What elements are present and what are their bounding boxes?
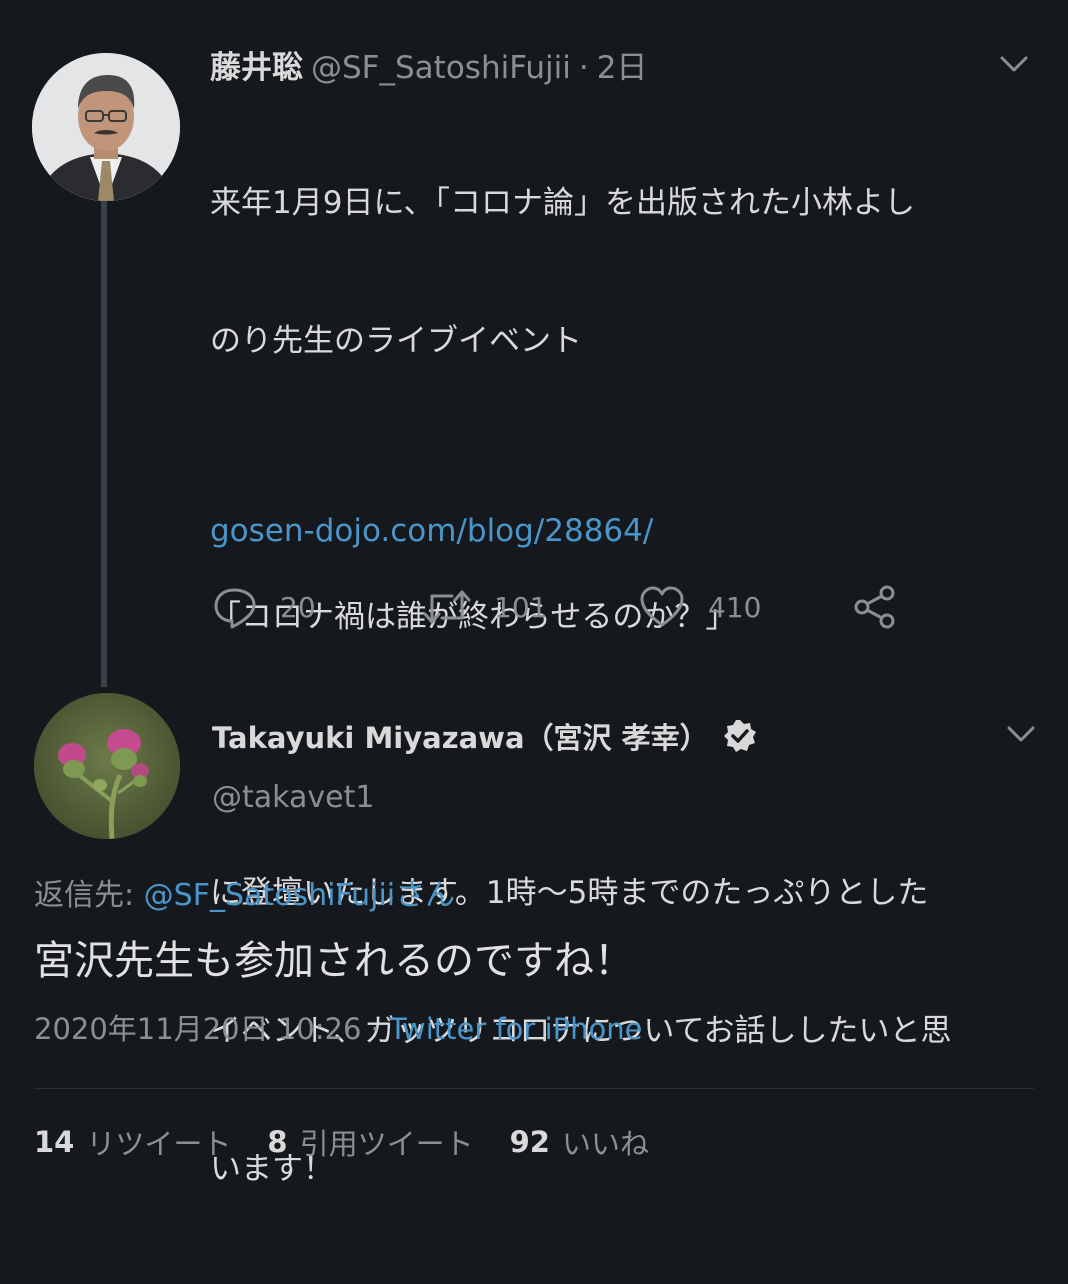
retweet-count: 101: [494, 590, 548, 624]
author-name[interactable]: Takayuki Miyazawa（宮沢 孝幸）: [212, 715, 709, 757]
likes-stat[interactable]: 92 いいね: [510, 1121, 649, 1163]
replying-to-label: 返信先:: [34, 878, 144, 913]
tweet-meta: 2020年11月20日 10:26 · Twitter for iPhone: [34, 1006, 642, 1048]
meta-separator: ·: [361, 1012, 390, 1046]
verified-badge-icon: [723, 720, 756, 752]
focused-tweet-text: 宮沢先生も参加されるのですね！: [34, 938, 634, 984]
retweets-label: リツイート: [86, 1127, 232, 1161]
author-handle[interactable]: @SF_SatoshiFujii: [311, 50, 571, 86]
tweet-text-line: [210, 456, 1045, 502]
divider: [34, 1088, 1034, 1089]
replying-to-mention[interactable]: @SF_SatoshiFujiiさん: [144, 878, 455, 913]
relative-time[interactable]: 2日: [597, 42, 648, 87]
tweet-stats: 14 リツイート 8 引用ツイート 92 いいね: [34, 1118, 685, 1166]
share-button[interactable]: [852, 582, 898, 632]
person-avatar-icon: [32, 53, 180, 201]
likes-label: いいね: [561, 1127, 649, 1161]
avatar-fujii[interactable]: [32, 53, 180, 201]
parent-tweet-header: 藤井聡 @SF_SatoshiFujii · 2日: [210, 42, 647, 88]
chevron-down-icon[interactable]: [1006, 724, 1036, 744]
header-separator: ·: [578, 50, 589, 86]
like-icon: [640, 586, 684, 627]
likes-count: 92: [509, 1125, 550, 1159]
tweet-text-line: のり先生のライブイベント: [210, 323, 582, 359]
focused-tweet-author-row: Takayuki Miyazawa（宮沢 孝幸）: [212, 712, 757, 760]
tweet-detail-page: 藤井聡 @SF_SatoshiFujii · 2日 来年1月9日に、「コロナ論」…: [0, 0, 1068, 1200]
chevron-down-icon[interactable]: [999, 54, 1029, 74]
tweet-link[interactable]: gosen-dojo.com/blog/28864/: [210, 508, 653, 554]
quote-tweets-label: 引用ツイート: [299, 1127, 474, 1161]
thread-connector-line: [101, 201, 107, 687]
like-button[interactable]: 410: [638, 582, 761, 632]
timestamp[interactable]: 2020年11月20日 10:26: [34, 1012, 361, 1046]
avatar-miyazawa[interactable]: [34, 693, 180, 839]
quote-tweets-stat[interactable]: 8 引用ツイート: [267, 1121, 473, 1163]
retweet-button[interactable]: 101: [422, 582, 547, 632]
retweets-count: 14: [34, 1125, 75, 1159]
author-name[interactable]: 藤井聡: [210, 42, 303, 87]
parent-tweet-text: 来年1月9日に、「コロナ論」を出版された小林よし のり先生のライブイベント 「コ…: [210, 88, 1045, 1284]
replying-to: 返信先: @SF_SatoshiFujiiさん: [34, 870, 455, 914]
reply-icon: [214, 588, 256, 629]
quote-tweets-count: 8: [267, 1125, 288, 1159]
tweet-text-line: 「コロナ禍は誰が終わらせるのか？」: [210, 599, 737, 635]
thistle-flower-avatar-icon: [34, 693, 180, 839]
retweet-icon: [423, 590, 471, 624]
retweets-stat[interactable]: 14 リツイート: [34, 1121, 231, 1163]
tweet-source-link[interactable]: Twitter for iPhone: [389, 1012, 642, 1046]
author-handle[interactable]: @takavet1: [212, 780, 374, 815]
share-icon: [854, 585, 895, 629]
reply-count: 20: [280, 590, 316, 624]
tweet-text-line: 来年1月9日に、「コロナ論」を出版された小林よし: [210, 185, 916, 221]
like-count: 410: [708, 590, 762, 624]
reply-button[interactable]: 20: [212, 582, 316, 632]
